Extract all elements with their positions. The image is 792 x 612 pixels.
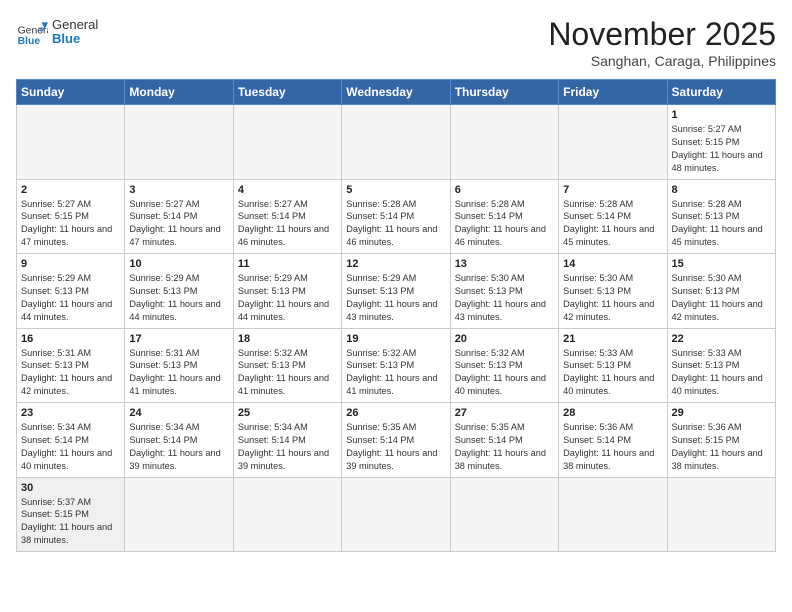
day-21: 21 Sunrise: 5:33 AM Sunset: 5:13 PM Dayl… xyxy=(559,328,667,403)
header-friday: Friday xyxy=(559,80,667,105)
day-19: 19 Sunrise: 5:32 AM Sunset: 5:13 PM Dayl… xyxy=(342,328,450,403)
day-15: 15 Sunrise: 5:30 AM Sunset: 5:13 PM Dayl… xyxy=(667,254,775,329)
header-sunday: Sunday xyxy=(17,80,125,105)
logo-general-text: General xyxy=(52,18,98,32)
day-1: 1 Sunrise: 5:27 AM Sunset: 5:15 PM Dayli… xyxy=(667,105,775,180)
day-11: 11 Sunrise: 5:29 AM Sunset: 5:13 PM Dayl… xyxy=(233,254,341,329)
sunset-label: Sunset: xyxy=(672,137,703,147)
sunrise-label: Sunrise: xyxy=(672,124,706,134)
day-3: 3 Sunrise: 5:27 AM Sunset: 5:14 PM Dayli… xyxy=(125,179,233,254)
day-5: 5 Sunrise: 5:28 AM Sunset: 5:14 PM Dayli… xyxy=(342,179,450,254)
day-22: 22 Sunrise: 5:33 AM Sunset: 5:13 PM Dayl… xyxy=(667,328,775,403)
day-2: 2 Sunrise: 5:27 AM Sunset: 5:15 PM Dayli… xyxy=(17,179,125,254)
day-26: 26 Sunrise: 5:35 AM Sunset: 5:14 PM Dayl… xyxy=(342,403,450,478)
calendar-row-3: 9 Sunrise: 5:29 AM Sunset: 5:13 PM Dayli… xyxy=(17,254,776,329)
empty-cell xyxy=(450,105,558,180)
calendar-row-2: 2 Sunrise: 5:27 AM Sunset: 5:15 PM Dayli… xyxy=(17,179,776,254)
weekday-header-row: Sunday Monday Tuesday Wednesday Thursday… xyxy=(17,80,776,105)
day-13: 13 Sunrise: 5:30 AM Sunset: 5:13 PM Dayl… xyxy=(450,254,558,329)
day-17: 17 Sunrise: 5:31 AM Sunset: 5:13 PM Dayl… xyxy=(125,328,233,403)
empty-cell xyxy=(342,105,450,180)
day-18: 18 Sunrise: 5:32 AM Sunset: 5:13 PM Dayl… xyxy=(233,328,341,403)
calendar-row-1: 1 Sunrise: 5:27 AM Sunset: 5:15 PM Dayli… xyxy=(17,105,776,180)
day-6: 6 Sunrise: 5:28 AM Sunset: 5:14 PM Dayli… xyxy=(450,179,558,254)
title-area: November 2025 Sanghan, Caraga, Philippin… xyxy=(548,16,776,69)
day-28: 28 Sunrise: 5:36 AM Sunset: 5:14 PM Dayl… xyxy=(559,403,667,478)
logo-blue-text: Blue xyxy=(52,32,98,46)
empty-cell xyxy=(559,477,667,552)
calendar-row-5: 23 Sunrise: 5:34 AM Sunset: 5:14 PM Dayl… xyxy=(17,403,776,478)
header-tuesday: Tuesday xyxy=(233,80,341,105)
day-30: 30 Sunrise: 5:37 AM Sunset: 5:15 PM Dayl… xyxy=(17,477,125,552)
svg-text:Blue: Blue xyxy=(18,36,41,47)
day-24: 24 Sunrise: 5:34 AM Sunset: 5:14 PM Dayl… xyxy=(125,403,233,478)
day-20: 20 Sunrise: 5:32 AM Sunset: 5:13 PM Dayl… xyxy=(450,328,558,403)
logo-icon: General Blue xyxy=(16,16,48,48)
empty-cell xyxy=(125,477,233,552)
empty-cell xyxy=(342,477,450,552)
month-title: November 2025 xyxy=(548,16,776,53)
location: Sanghan, Caraga, Philippines xyxy=(548,53,776,69)
calendar-row-4: 16 Sunrise: 5:31 AM Sunset: 5:13 PM Dayl… xyxy=(17,328,776,403)
day-4: 4 Sunrise: 5:27 AM Sunset: 5:14 PM Dayli… xyxy=(233,179,341,254)
day-23: 23 Sunrise: 5:34 AM Sunset: 5:14 PM Dayl… xyxy=(17,403,125,478)
day-9: 9 Sunrise: 5:29 AM Sunset: 5:13 PM Dayli… xyxy=(17,254,125,329)
empty-cell xyxy=(450,477,558,552)
header: General Blue General Blue November 2025 … xyxy=(16,16,776,69)
day-25: 25 Sunrise: 5:34 AM Sunset: 5:14 PM Dayl… xyxy=(233,403,341,478)
day-29: 29 Sunrise: 5:36 AM Sunset: 5:15 PM Dayl… xyxy=(667,403,775,478)
day-27: 27 Sunrise: 5:35 AM Sunset: 5:14 PM Dayl… xyxy=(450,403,558,478)
day-16: 16 Sunrise: 5:31 AM Sunset: 5:13 PM Dayl… xyxy=(17,328,125,403)
day-12: 12 Sunrise: 5:29 AM Sunset: 5:13 PM Dayl… xyxy=(342,254,450,329)
day-14: 14 Sunrise: 5:30 AM Sunset: 5:13 PM Dayl… xyxy=(559,254,667,329)
empty-cell xyxy=(125,105,233,180)
calendar-row-6: 30 Sunrise: 5:37 AM Sunset: 5:15 PM Dayl… xyxy=(17,477,776,552)
day-8: 8 Sunrise: 5:28 AM Sunset: 5:13 PM Dayli… xyxy=(667,179,775,254)
empty-cell xyxy=(559,105,667,180)
header-wednesday: Wednesday xyxy=(342,80,450,105)
empty-cell xyxy=(233,105,341,180)
daylight-label: Daylight: xyxy=(672,150,708,160)
calendar: Sunday Monday Tuesday Wednesday Thursday… xyxy=(16,79,776,552)
header-monday: Monday xyxy=(125,80,233,105)
empty-cell xyxy=(233,477,341,552)
header-saturday: Saturday xyxy=(667,80,775,105)
day-10: 10 Sunrise: 5:29 AM Sunset: 5:13 PM Dayl… xyxy=(125,254,233,329)
empty-cell xyxy=(667,477,775,552)
header-thursday: Thursday xyxy=(450,80,558,105)
empty-cell xyxy=(17,105,125,180)
logo: General Blue General Blue xyxy=(16,16,98,48)
day-7: 7 Sunrise: 5:28 AM Sunset: 5:14 PM Dayli… xyxy=(559,179,667,254)
